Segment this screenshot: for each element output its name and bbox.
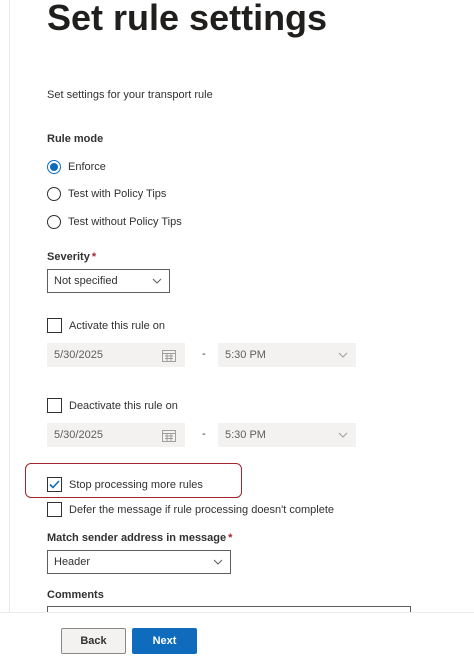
match-sender-label: Match sender address in message *	[47, 532, 232, 544]
radio-enforce[interactable]: Enforce	[47, 160, 106, 174]
defer-message-label: Defer the message if rule processing doe…	[69, 503, 335, 516]
activate-date-field[interactable]: 5/30/2025	[47, 343, 185, 367]
deactivate-time-field[interactable]: 5:30 PM	[218, 423, 356, 447]
checkmark-icon[interactable]	[47, 477, 62, 492]
rule-mode-label: Rule mode	[47, 133, 104, 145]
defer-message-checkbox[interactable]: Defer the message if rule processing doe…	[47, 502, 334, 517]
match-sender-label-text: Match sender address in message	[47, 532, 227, 544]
deactivate-rule-label: Deactivate this rule on	[69, 399, 178, 412]
calendar-icon[interactable]	[162, 429, 176, 442]
activate-time-field[interactable]: 5:30 PM	[218, 343, 356, 367]
chevron-down-icon	[152, 278, 162, 284]
back-button[interactable]: Back	[61, 628, 126, 654]
severity-dropdown[interactable]: Not specified	[47, 269, 170, 293]
radio-test-without-policy-tips-label: Test without Policy Tips	[68, 216, 182, 228]
calendar-icon[interactable]	[162, 349, 176, 362]
radio-enforce-label: Enforce	[68, 161, 106, 173]
comments-label: Comments	[47, 589, 104, 601]
deactivate-rule-checkbox[interactable]: Deactivate this rule on	[47, 398, 178, 413]
radio-test-with-policy-tips-label: Test with Policy Tips	[68, 188, 167, 200]
panel-left-border	[9, 0, 10, 612]
chevron-down-icon	[338, 352, 348, 358]
match-sender-dropdown[interactable]: Header	[47, 550, 231, 574]
severity-label-text: Severity	[47, 251, 90, 263]
activate-time-value: 5:30 PM	[225, 349, 266, 361]
match-sender-value: Header	[54, 556, 91, 568]
radio-unselected-icon[interactable]	[47, 215, 61, 229]
severity-value: Not specified	[54, 275, 118, 287]
page-subtitle: Set settings for your transport rule	[47, 89, 213, 101]
next-button[interactable]: Next	[132, 628, 197, 654]
radio-selected-icon[interactable]	[47, 160, 61, 174]
deactivate-date-field[interactable]: 5/30/2025	[47, 423, 185, 447]
checkbox-unchecked-icon[interactable]	[47, 398, 62, 413]
deactivate-time-value: 5:30 PM	[225, 429, 266, 441]
activate-date-value: 5/30/2025	[54, 349, 103, 361]
stop-processing-label: Stop processing more rules	[69, 478, 203, 491]
chevron-down-icon	[338, 432, 348, 438]
severity-label: Severity *	[47, 251, 96, 263]
activate-rule-checkbox[interactable]: Activate this rule on	[47, 318, 165, 333]
wizard-footer: Back Next	[0, 612, 474, 656]
deactivate-date-value: 5/30/2025	[54, 429, 103, 441]
date-time-separator: -	[202, 428, 206, 440]
radio-unselected-icon[interactable]	[47, 187, 61, 201]
radio-test-with-policy-tips[interactable]: Test with Policy Tips	[47, 187, 166, 201]
required-marker: *	[228, 532, 233, 544]
activate-rule-label: Activate this rule on	[69, 319, 165, 332]
date-time-separator: -	[202, 348, 206, 360]
page-title: Set rule settings	[47, 0, 328, 38]
chevron-down-icon	[213, 559, 223, 565]
checkbox-unchecked-icon[interactable]	[47, 502, 62, 517]
radio-test-without-policy-tips[interactable]: Test without Policy Tips	[47, 215, 182, 229]
checkbox-unchecked-icon[interactable]	[47, 318, 62, 333]
required-marker: *	[91, 251, 97, 263]
stop-processing-checkbox[interactable]: Stop processing more rules	[47, 477, 203, 492]
